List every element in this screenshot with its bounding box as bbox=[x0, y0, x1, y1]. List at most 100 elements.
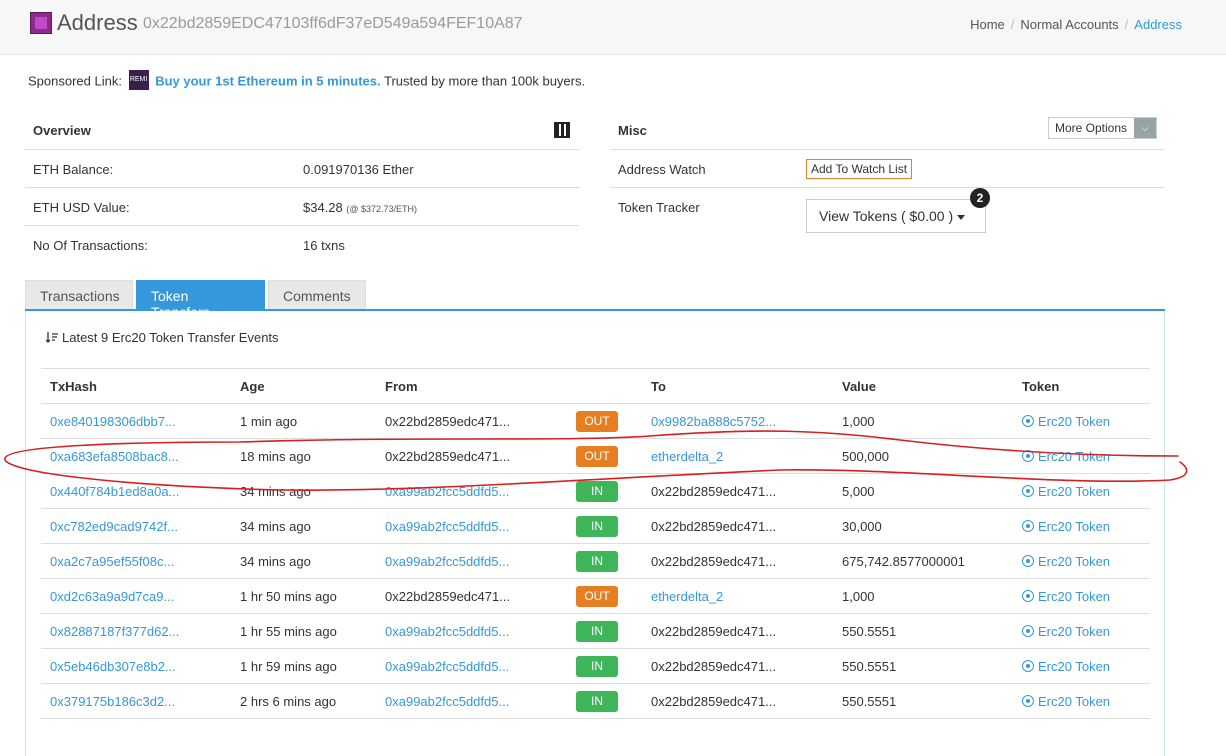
more-options-label: More Options bbox=[1054, 121, 1127, 135]
usd-value: $34.28 (@ $372.73/ETH) bbox=[303, 200, 417, 215]
value-cell: 500,000 bbox=[833, 438, 1013, 474]
caret-down-icon bbox=[957, 214, 966, 220]
address-identicon-icon bbox=[30, 12, 52, 34]
token-icon bbox=[1022, 590, 1034, 603]
token-link[interactable]: Erc20 Token bbox=[1013, 473, 1150, 509]
address-watch-label: Address Watch bbox=[618, 162, 706, 177]
txn-count-label: No Of Transactions: bbox=[33, 238, 148, 253]
direction-badge: OUT bbox=[567, 578, 642, 614]
tab-comments[interactable]: Comments bbox=[268, 280, 366, 309]
to-address: 0x22bd2859edc471... bbox=[642, 543, 833, 579]
remi-logo-icon[interactable]: REMI bbox=[128, 70, 149, 90]
direction-badge: IN bbox=[567, 473, 642, 509]
table-row: 0xa2c7a95ef55f08c... 34 mins ago 0xa99ab2f… bbox=[41, 543, 1150, 579]
from-address[interactable]: 0xa99ab2fcc5ddfd5... bbox=[376, 508, 567, 544]
txhash-link[interactable]: 0xd2c63a9a9d7ca9... bbox=[41, 578, 231, 614]
direction-badge: OUT bbox=[567, 438, 642, 474]
from-address: 0x22bd2859edc471... bbox=[376, 578, 567, 614]
token-link[interactable]: Erc20 Token bbox=[1013, 613, 1150, 649]
page-header: Address 0x22bd2859EDC47103ff6dF37eD549a5… bbox=[0, 0, 1226, 55]
value-cell: 550.5551 bbox=[833, 683, 1013, 719]
sponsored-prefix: Sponsored Link: bbox=[28, 73, 122, 89]
add-to-watch-list-button[interactable]: Add To Watch List bbox=[806, 159, 913, 179]
table-row: 0xe840198306dbb7... 1 min ago 0x22bd2859ed… bbox=[41, 403, 1150, 439]
to-address[interactable]: etherdelta_2 bbox=[642, 438, 833, 474]
txhash-link[interactable]: 0xa683efa8508bac8... bbox=[41, 438, 231, 474]
breadcrumb-normal-accounts[interactable]: Normal Accounts bbox=[1020, 17, 1118, 32]
txhash-link[interactable]: 0x379175b186c3d2... bbox=[41, 683, 231, 719]
token-link[interactable]: Erc20 Token bbox=[1013, 683, 1150, 719]
events-heading: Latest 9 Erc20 Token Transfer Events bbox=[46, 330, 279, 345]
balance-value: 0.091970136 Ether bbox=[303, 162, 414, 177]
age-cell: 1 hr 50 mins ago bbox=[231, 578, 376, 614]
from-address: 0x22bd2859edc471... bbox=[376, 403, 567, 439]
token-icon bbox=[1022, 695, 1034, 708]
sponsored-suffix: Trusted by more than 100k buyers. bbox=[383, 73, 586, 89]
address-watch-row: Address Watch Add To Watch List bbox=[610, 150, 1165, 188]
token-icon bbox=[1022, 625, 1034, 638]
age-cell: 1 min ago bbox=[231, 403, 376, 439]
token-icon bbox=[1022, 415, 1034, 428]
table-row: 0x5eb46db307e8b2... 1 hr 59 mins ago 0xa99… bbox=[41, 648, 1150, 684]
overview-row-usd: ETH USD Value: $34.28 (@ $372.73/ETH) bbox=[25, 188, 579, 226]
txn-count-value: 16 txns bbox=[303, 238, 345, 253]
txhash-link[interactable]: 0xc782ed9cad9742f... bbox=[41, 508, 231, 544]
token-link[interactable]: Erc20 Token bbox=[1013, 648, 1150, 684]
age-cell: 1 hr 59 mins ago bbox=[231, 648, 376, 684]
txhash-link[interactable]: 0x82887187f377d62... bbox=[41, 613, 231, 649]
table-row: 0x379175b186c3d2... 2 hrs 6 mins ago 0xa99… bbox=[41, 683, 1150, 719]
direction-badge: IN bbox=[567, 613, 642, 649]
txhash-link[interactable]: 0xa2c7a95ef55f08c... bbox=[41, 543, 231, 579]
view-tokens-dropdown[interactable]: View Tokens ( $0.00 ) bbox=[806, 199, 986, 233]
txhash-link[interactable]: 0x5eb46db307e8b2... bbox=[41, 648, 231, 684]
token-transfers-table: TxHash Age From To Value Token 0xe840198… bbox=[41, 368, 1150, 719]
token-count-badge: 2 bbox=[970, 188, 990, 208]
token-link[interactable]: Erc20 Token bbox=[1013, 508, 1150, 544]
misc-header: Misc More Options ⌵ bbox=[610, 112, 1165, 150]
token-link[interactable]: Erc20 Token bbox=[1013, 543, 1150, 579]
from-address[interactable]: 0xa99ab2fcc5ddfd5... bbox=[376, 613, 567, 649]
from-address[interactable]: 0xa99ab2fcc5ddfd5... bbox=[376, 648, 567, 684]
table-row: 0x440f784b1ed8a0a... 34 mins ago 0xa99ab2f… bbox=[41, 473, 1150, 509]
direction-badge: OUT bbox=[567, 403, 642, 439]
sponsored-link[interactable]: Buy your 1st Ethereum in 5 minutes. bbox=[155, 73, 380, 88]
balance-label: ETH Balance: bbox=[33, 162, 114, 177]
misc-title: Misc bbox=[618, 123, 647, 138]
token-icon bbox=[1022, 450, 1034, 463]
token-link[interactable]: Erc20 Token bbox=[1013, 578, 1150, 614]
tab-transactions[interactable]: Transactions bbox=[25, 280, 133, 309]
page-title: Address bbox=[57, 10, 138, 35]
table-row: 0x82887187f377d62... 1 hr 55 mins ago 0xa9… bbox=[41, 613, 1150, 649]
breadcrumb-address: Address bbox=[1134, 17, 1182, 32]
txhash-link[interactable]: 0xe840198306dbb7... bbox=[41, 403, 231, 439]
from-address[interactable]: 0xa99ab2fcc5ddfd5... bbox=[376, 543, 567, 579]
from-address[interactable]: 0xa99ab2fcc5ddfd5... bbox=[376, 683, 567, 719]
to-address: 0x22bd2859edc471... bbox=[642, 683, 833, 719]
txhash-link[interactable]: 0x440f784b1ed8a0a... bbox=[41, 473, 231, 509]
token-icon bbox=[1022, 520, 1034, 533]
token-link[interactable]: Erc20 Token bbox=[1013, 438, 1150, 474]
direction-badge: IN bbox=[567, 648, 642, 684]
age-cell: 34 mins ago bbox=[231, 543, 376, 579]
overview-row-balance: ETH Balance: 0.091970136 Ether bbox=[25, 150, 579, 188]
more-options-button[interactable]: More Options ⌵ bbox=[1047, 117, 1157, 139]
breadcrumb-home[interactable]: Home bbox=[970, 17, 1005, 32]
table-row: 0xd2c63a9a9d7ca9... 1 hr 50 mins ago 0x22b… bbox=[41, 578, 1150, 614]
direction-badge: IN bbox=[567, 508, 642, 544]
token-link[interactable]: Erc20 Token bbox=[1013, 403, 1150, 439]
tab-token-transfers[interactable]: Token Transfers bbox=[136, 280, 265, 320]
from-address: 0x22bd2859edc471... bbox=[376, 438, 567, 474]
token-tracker-row: Token Tracker View Tokens ( $0.00 ) 2 bbox=[610, 188, 1165, 238]
sort-descending-icon bbox=[46, 332, 58, 344]
events-title: Latest 9 Erc20 Token Transfer Events bbox=[62, 330, 279, 345]
age-cell: 2 hrs 6 mins ago bbox=[231, 683, 376, 719]
from-address[interactable]: 0xa99ab2fcc5ddfd5... bbox=[376, 473, 567, 509]
value-cell: 30,000 bbox=[833, 508, 1013, 544]
qr-code-icon[interactable] bbox=[554, 122, 570, 138]
to-address[interactable]: 0x9982ba888c5752... bbox=[642, 403, 833, 439]
token-icon bbox=[1022, 555, 1034, 568]
to-address[interactable]: etherdelta_2 bbox=[642, 578, 833, 614]
address-tabs: Transactions Token Transfers Comments bbox=[25, 280, 1165, 320]
view-tokens-label: View Tokens ( $0.00 ) bbox=[819, 208, 954, 224]
overview-title: Overview bbox=[33, 123, 91, 138]
